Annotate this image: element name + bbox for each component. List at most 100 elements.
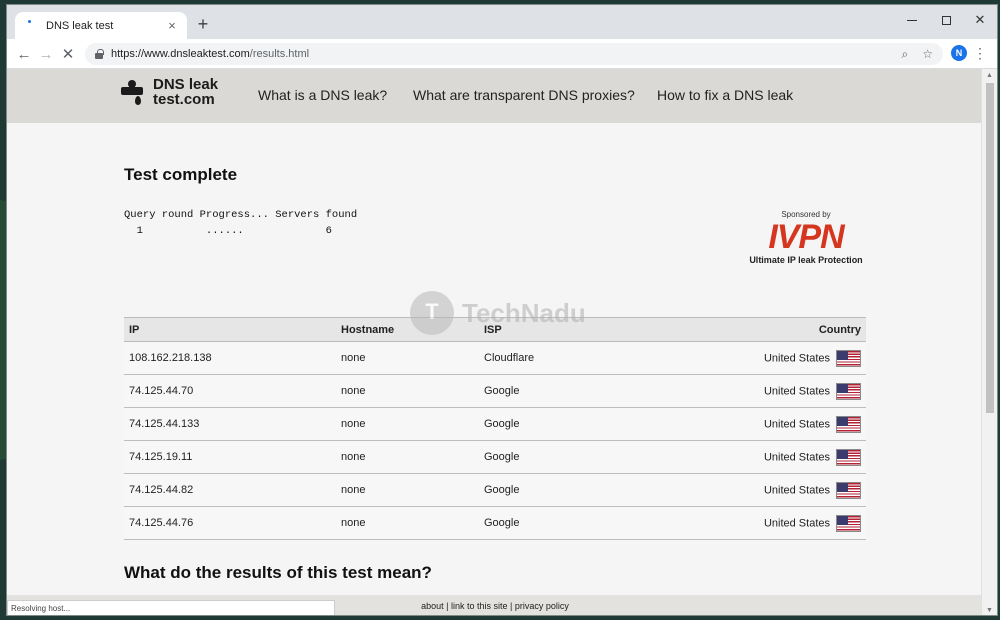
cell-isp: Google [479, 407, 679, 441]
loading-favicon-icon [23, 19, 37, 33]
minimize-icon [907, 19, 917, 21]
sponsor-tagline: Ultimate IP leak Protection [749, 255, 863, 265]
country-name: United States [763, 351, 830, 364]
table-row: 74.125.19.11 none Google United States [124, 440, 866, 474]
page-title: Test complete [124, 165, 238, 184]
close-window-button[interactable]: ✕ [963, 5, 997, 35]
status-bubble: Resolving host... [7, 600, 335, 615]
back-button[interactable]: ← [15, 45, 33, 63]
close-icon: ✕ [974, 12, 986, 27]
browser-toolbar: ← → ✕ https://www.dnsleaktest.com/result… [7, 39, 997, 69]
arrow-left-icon: ← [16, 45, 32, 63]
footer-privacy-link[interactable]: privacy policy [515, 601, 569, 611]
logo-text: DNS leak test.com [153, 77, 218, 107]
cell-hostname: none [336, 374, 479, 408]
progress-readout: Query round Progress... Servers found 1 … [124, 207, 357, 239]
site-header: DNS leak test.com What is a DNS leak? Wh… [7, 69, 983, 123]
table-row: 74.125.44.82 none Google United States [124, 473, 866, 507]
cell-isp: Google [479, 374, 679, 408]
watermark-text: TechNadu [462, 297, 586, 328]
tab-dns-leak-test[interactable]: DNS leak test × [15, 12, 187, 39]
site-logo[interactable]: DNS leak test.com [119, 77, 218, 107]
us-flag-icon [836, 382, 861, 400]
technadu-watermark: TechNadu [410, 291, 586, 335]
address-bar[interactable]: https://www.dnsleaktest.com/results.html… [85, 43, 943, 65]
page-viewport: DNS leak test.com What is a DNS leak? Wh… [7, 69, 983, 615]
us-flag-icon [836, 415, 861, 433]
lock-icon [95, 48, 104, 59]
maximize-button[interactable] [929, 5, 963, 35]
tab-close-icon[interactable]: × [165, 18, 179, 33]
us-flag-icon [836, 481, 861, 499]
tab-title: DNS leak test [46, 19, 114, 32]
tab-strip: DNS leak test × + ✕ [7, 5, 997, 39]
cell-country: United States [679, 407, 866, 441]
cell-country: United States [679, 473, 866, 507]
minimize-button[interactable] [895, 5, 929, 35]
table-row: 74.125.44.133 none Google United States [124, 407, 866, 441]
scroll-down-icon[interactable]: ▼ [986, 607, 993, 614]
cell-country: United States [679, 440, 866, 474]
results-meaning-heading: What do the results of this test mean? [124, 563, 432, 582]
country-name: United States [763, 417, 830, 430]
us-flag-icon [836, 514, 861, 532]
browser-window: DNS leak test × + ✕ ← → ✕ https://www.dn… [6, 4, 998, 616]
scroll-up-icon[interactable]: ▲ [986, 72, 993, 79]
country-name: United States [763, 384, 830, 397]
column-header-country: Country [679, 317, 866, 342]
close-icon: ✕ [61, 46, 75, 63]
cell-hostname: none [336, 407, 479, 441]
faucet-logo-icon [119, 77, 147, 107]
nav-how-to-fix[interactable]: How to fix a DNS leak [657, 87, 793, 103]
country-name: United States [763, 450, 830, 463]
cell-ip: 108.162.218.138 [124, 341, 336, 375]
us-flag-icon [836, 349, 861, 367]
cell-hostname: none [336, 341, 479, 375]
cell-country: United States [679, 506, 866, 540]
sponsor-brand: IVPN [768, 218, 844, 256]
logo-line1: DNS leak [153, 76, 219, 93]
table-row: 108.162.218.138 none Cloudflare United S… [124, 341, 866, 375]
cell-ip: 74.125.19.11 [124, 440, 336, 474]
cell-ip: 74.125.44.82 [124, 473, 336, 507]
zoom-icon[interactable]: ⌕ [902, 47, 909, 62]
cell-ip: 74.125.44.76 [124, 506, 336, 540]
progress-row: 1 ...... 6 [124, 225, 332, 237]
progress-header: Query round Progress... Servers found [124, 209, 358, 221]
cell-ip: 74.125.44.133 [124, 407, 336, 441]
cell-isp: Google [479, 506, 679, 540]
cell-country: United States [679, 341, 866, 375]
us-flag-icon [836, 448, 861, 466]
star-bookmark-icon[interactable]: ☆ [922, 47, 933, 61]
column-header-ip: IP [124, 317, 336, 342]
nav-what-is-dns-leak[interactable]: What is a DNS leak? [258, 87, 387, 103]
results-table: IP Hostname ISP Country 108.162.218.138 … [124, 317, 866, 540]
technadu-logo-icon [410, 291, 454, 335]
page-scrollbar[interactable]: ▲ ▼ [981, 69, 997, 615]
maximize-icon [941, 15, 951, 25]
profile-avatar[interactable]: N [951, 45, 967, 61]
cell-isp: Google [479, 440, 679, 474]
scroll-thumb[interactable] [986, 83, 994, 413]
cell-country: United States [679, 374, 866, 408]
arrow-right-icon: → [38, 45, 54, 63]
sponsor-banner[interactable]: Sponsored by IVPN Ultimate IP leak Prote… [746, 210, 866, 265]
footer-link-to-site[interactable]: link to this site [451, 601, 508, 611]
cell-isp: Cloudflare [479, 341, 679, 375]
footer-separator: | [507, 601, 515, 611]
url-text: https://www.dnsleaktest.com/results.html [111, 48, 888, 60]
table-row: 74.125.44.70 none Google United States [124, 374, 866, 408]
new-tab-button[interactable]: + [193, 14, 213, 34]
logo-line2: test.com [153, 91, 215, 108]
nav-transparent-dns-proxies[interactable]: What are transparent DNS proxies? [413, 87, 635, 103]
url-path: /results.html [249, 48, 310, 60]
country-name: United States [763, 483, 830, 496]
country-name: United States [763, 516, 830, 529]
menu-kebab-icon[interactable]: ⋮ [973, 45, 987, 61]
url-host: https://www.dnsleaktest.com [111, 48, 250, 60]
table-row: 74.125.44.76 none Google United States [124, 506, 866, 540]
stop-button[interactable]: ✕ [59, 45, 77, 63]
cell-isp: Google [479, 473, 679, 507]
forward-button[interactable]: → [37, 45, 55, 63]
footer-about-link[interactable]: about [421, 601, 444, 611]
